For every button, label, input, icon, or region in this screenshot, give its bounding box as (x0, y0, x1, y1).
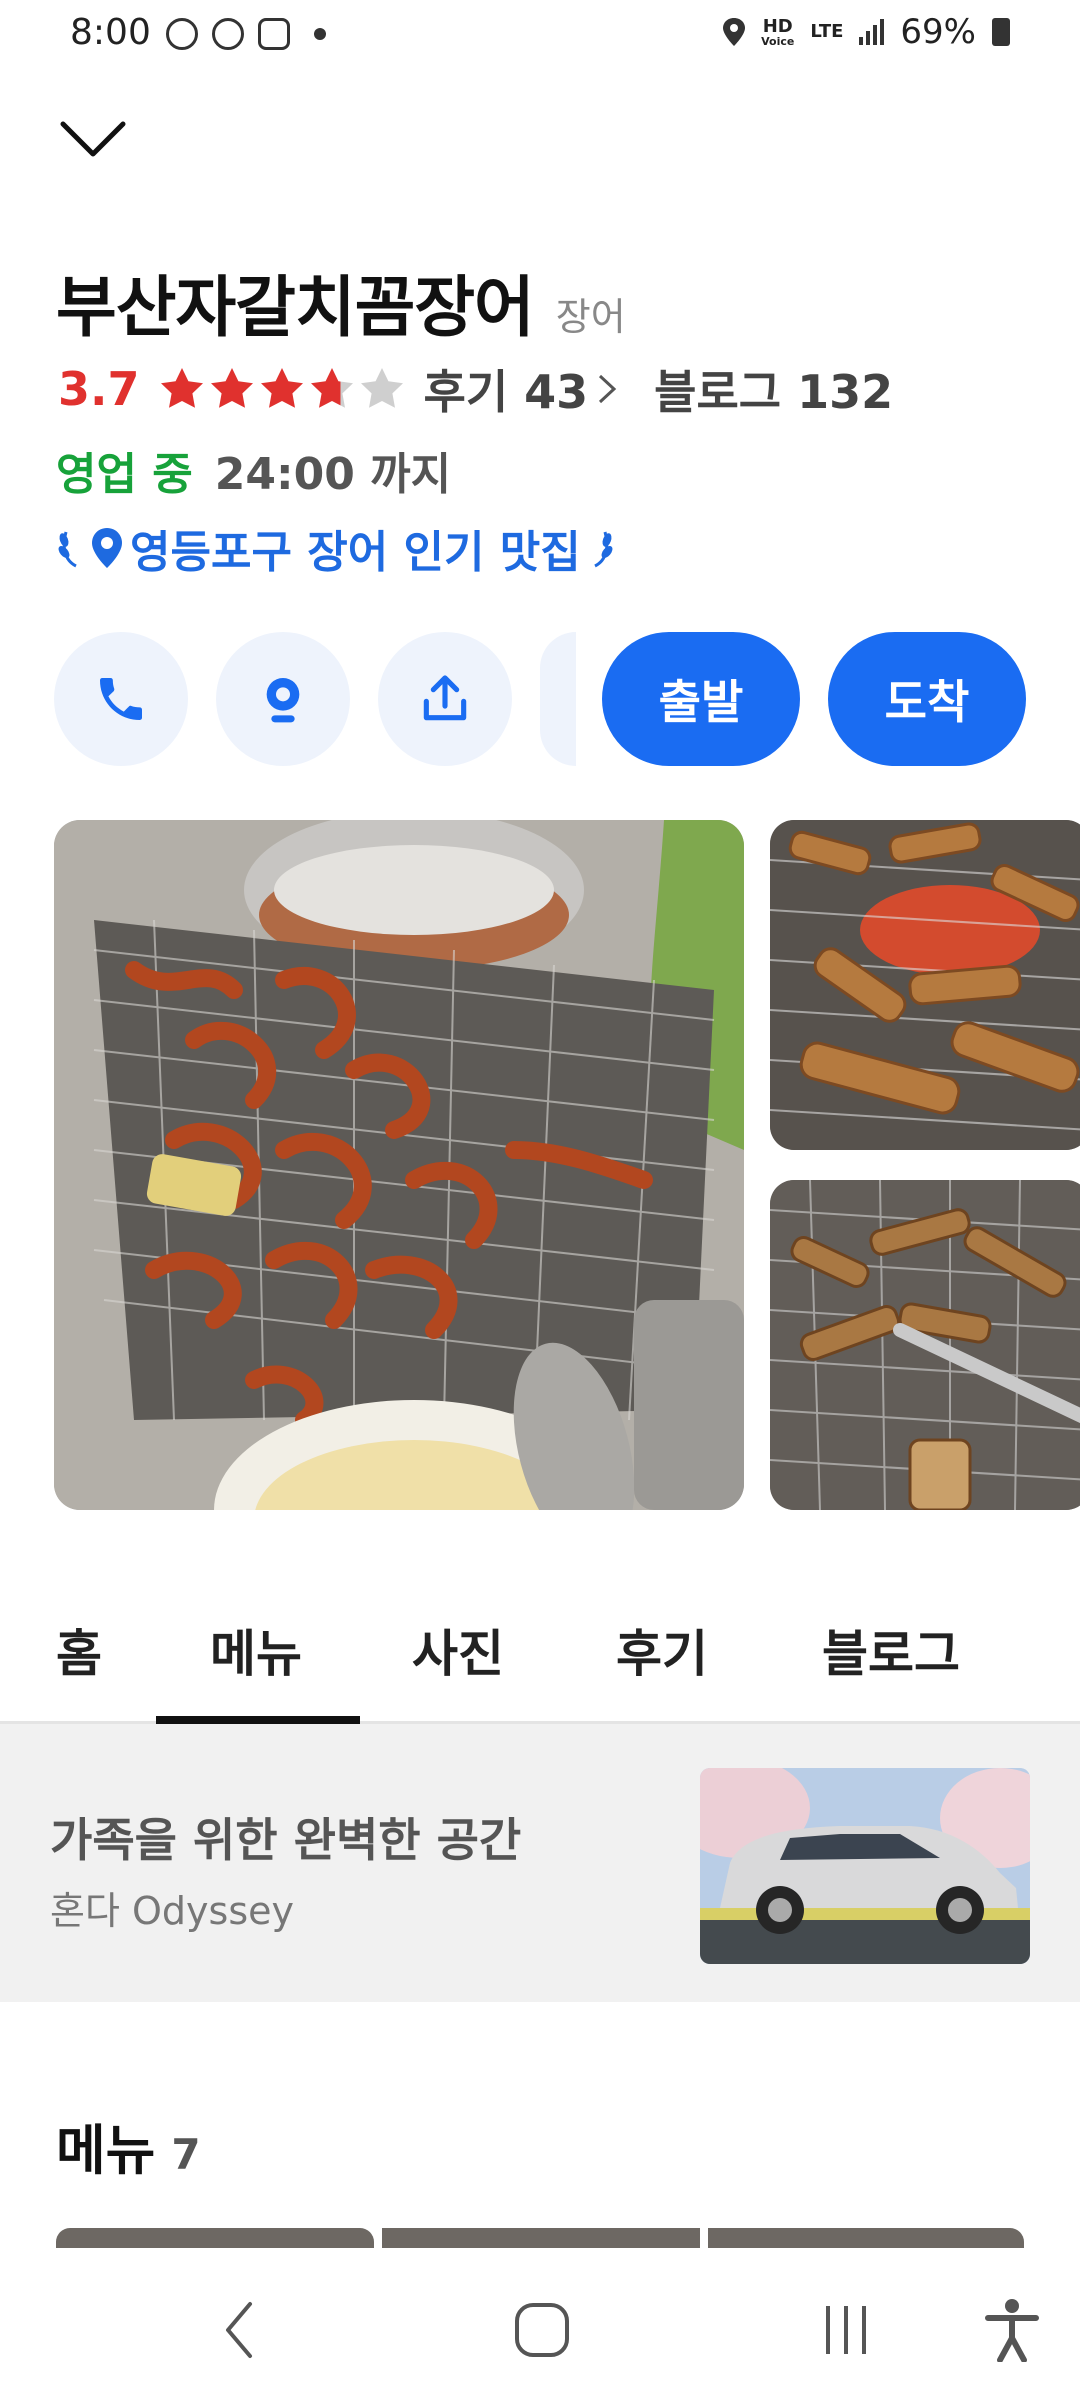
review-link[interactable]: 후기 43 (424, 356, 589, 422)
chevron-right-icon[interactable] (596, 372, 618, 406)
notification-icons (166, 18, 326, 50)
laurel-left-icon (58, 531, 77, 568)
app-notification-icon (166, 18, 198, 50)
tab-menu[interactable]: 메뉴 (210, 1614, 302, 1686)
call-button[interactable] (54, 632, 188, 766)
voice-label: Voice (761, 34, 795, 48)
menu-section-title: 메뉴 (56, 2119, 156, 2182)
location-icon (723, 18, 746, 46)
share-icon (423, 675, 467, 721)
place-header: 부산자갈치꼼장어 장어 (56, 254, 626, 350)
tab-photos[interactable]: 사진 (412, 1614, 504, 1686)
save-place-button[interactable] (216, 632, 350, 766)
ad-title: 가족을 위한 완벽한 공간 (50, 1813, 522, 1867)
hd-label: HD (762, 15, 793, 37)
grilled-eel-photo (54, 820, 744, 1510)
star-empty-icon (360, 368, 403, 408)
more-notifications-dot-icon (314, 28, 326, 40)
rating-row: 3.7 후기 43 블로그 132 (58, 356, 893, 422)
closing-time: 24:00 까지 (214, 449, 452, 500)
menu-item-thumbnail[interactable] (382, 2228, 700, 2248)
menu-item-thumbnail[interactable] (708, 2228, 1024, 2248)
star-full-icon (260, 368, 303, 408)
minivan-photo (700, 1768, 1030, 1964)
arrive-button[interactable]: 도착 (828, 632, 1026, 766)
map-pin-icon (92, 528, 122, 568)
open-status: 영업 중 (56, 449, 193, 500)
badge-label: 영등포구 장어 인기 맛집 (130, 527, 581, 578)
home-square-icon (515, 2303, 569, 2357)
star-partial-icon (310, 368, 353, 408)
b-app-icon (212, 18, 244, 50)
ad-banner[interactable]: 가족을 위한 완벽한 공간 혼다 Odyssey (0, 1724, 1080, 2002)
accessibility-button[interactable] (972, 2290, 1052, 2370)
voicemail-icon (258, 18, 290, 50)
tab-reviews[interactable]: 후기 (616, 1614, 708, 1686)
back-button[interactable] (200, 2290, 280, 2370)
status-bar: 8:00 HD Voice LTE 69% (0, 0, 1080, 74)
photo-main[interactable] (54, 820, 744, 1510)
place-category: 장어 (555, 295, 626, 339)
lte-label: LTE (810, 21, 844, 42)
home-button[interactable] (502, 2290, 582, 2370)
recent-apps-icon (826, 2306, 866, 2354)
recent-apps-button[interactable] (806, 2290, 886, 2370)
menu-count: 7 (171, 2130, 201, 2179)
active-tab-indicator (156, 1716, 360, 1724)
photo-side-2[interactable] (770, 1180, 1080, 1510)
map-pin-icon (266, 678, 300, 723)
tab-blog[interactable]: 블로그 (822, 1614, 960, 1686)
back-chevron-icon (226, 2302, 252, 2358)
system-nav-bar (0, 2250, 1080, 2408)
signal-icon (859, 19, 885, 45)
tab-bar: 홈 메뉴 사진 후기 블로그 (0, 1600, 1080, 1724)
place-name: 부산자갈치꼼장어 (56, 269, 535, 346)
menu-item-thumbnail[interactable] (56, 2228, 374, 2248)
phone-icon (100, 678, 142, 720)
photo-side-1[interactable] (770, 820, 1080, 1150)
star-full-icon (160, 368, 203, 408)
star-rating (158, 365, 406, 413)
battery-icon (992, 18, 1010, 46)
accessibility-icon (985, 2299, 1039, 2362)
more-actions-button[interactable] (540, 632, 576, 766)
collapse-chevron-icon[interactable] (60, 120, 126, 160)
battery-percent: 69% (900, 12, 976, 52)
status-indicators: HD Voice LTE 69% (723, 12, 1010, 52)
star-full-icon (210, 368, 253, 408)
grill-photo-2 (770, 1180, 1080, 1510)
ad-subtitle: 혼다 Odyssey (50, 1889, 294, 1933)
blog-link[interactable]: 블로그 132 (654, 356, 893, 422)
ad-image (700, 1768, 1030, 1964)
popular-badge[interactable]: 영등포구 장어 인기 맛집 (56, 516, 615, 580)
laurel-right-icon (593, 531, 613, 568)
depart-button[interactable]: 출발 (602, 632, 800, 766)
hd-voice-indicator: HD Voice (761, 15, 795, 48)
rating-value: 3.7 (58, 362, 140, 416)
share-button[interactable] (378, 632, 512, 766)
menu-section-header: 메뉴 7 (56, 2106, 201, 2185)
tab-home[interactable]: 홈 (56, 1614, 102, 1686)
status-time: 8:00 (70, 12, 151, 53)
grill-photo-1 (770, 820, 1080, 1150)
business-hours[interactable]: 영업 중 24:00 까지 (56, 438, 451, 502)
